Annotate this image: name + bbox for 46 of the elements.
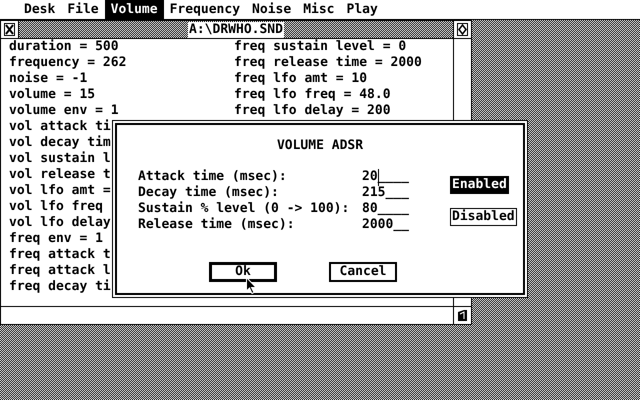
toggle-button[interactable]: Disabled xyxy=(450,208,517,226)
field-label: Decay time (msec): xyxy=(138,185,280,201)
close-icon[interactable] xyxy=(4,23,15,36)
menu-item[interactable]: Play xyxy=(340,0,384,19)
parameter-line: freq release time = 2000 xyxy=(234,55,422,71)
parameter-line: vol decay tim xyxy=(9,135,111,151)
parameter-line: duration = 500 xyxy=(9,39,119,55)
input-field[interactable]: 20____ xyxy=(362,169,442,185)
menu-item[interactable]: Desk xyxy=(18,0,62,19)
dialog-button[interactable]: Ok xyxy=(209,262,277,282)
parameter-line: vol sustain l xyxy=(9,151,111,167)
menu-item[interactable]: Frequency xyxy=(164,0,246,19)
parameter-line: freq env = 1 xyxy=(9,231,103,247)
parameter-line: volume env = 1 xyxy=(9,103,119,119)
parameter-line: freq decay ti xyxy=(9,279,111,295)
parameter-line: freq attack l xyxy=(9,263,111,279)
parameter-line: freq lfo amt = 10 xyxy=(234,71,368,87)
field-label: Release time (msec): xyxy=(138,217,296,233)
parameter-line: vol attack ti xyxy=(9,119,111,135)
input-field[interactable]: 80____ xyxy=(362,201,442,217)
field-label: Sustain % level (0 -> 100): xyxy=(138,201,350,217)
window-title: A:\DRWHO.SND xyxy=(188,22,284,38)
parameter-line: freq sustain level = 0 xyxy=(234,39,406,55)
parameter-line: freq lfo delay = 200 xyxy=(234,103,391,119)
menu-item[interactable]: File xyxy=(61,0,105,19)
menu-item[interactable]: Volume xyxy=(104,0,164,19)
input-field[interactable]: 215___ xyxy=(362,185,442,201)
dialog-button[interactable]: Cancel xyxy=(329,262,397,282)
parameter-line: noise = -1 xyxy=(9,71,88,87)
input-field[interactable]: 2000__ xyxy=(362,217,442,233)
parameter-line: freq lfo freq = 48.0 xyxy=(234,87,391,103)
toggle-button[interactable]: Enabled xyxy=(450,176,509,194)
parameter-line: vol lfo amt = xyxy=(9,183,111,199)
resize-icon[interactable] xyxy=(458,310,467,321)
parameter-line: freq attack t xyxy=(9,247,111,263)
parameter-line: frequency = 262 xyxy=(9,55,126,71)
field-label: Attack time (msec): xyxy=(138,169,288,185)
menu-item[interactable]: Misc xyxy=(297,0,340,19)
fullsize-icon[interactable] xyxy=(457,23,468,36)
parameter-line: vol release t xyxy=(9,167,111,183)
menu-item[interactable]: Noise xyxy=(246,0,298,19)
parameter-line: vol lfo delay xyxy=(9,215,111,231)
dialog-title: VOLUME ADSR xyxy=(276,138,364,154)
parameter-line: vol lfo freq xyxy=(9,199,103,215)
parameter-line: volume = 15 xyxy=(9,87,96,103)
text-cursor xyxy=(378,169,379,186)
